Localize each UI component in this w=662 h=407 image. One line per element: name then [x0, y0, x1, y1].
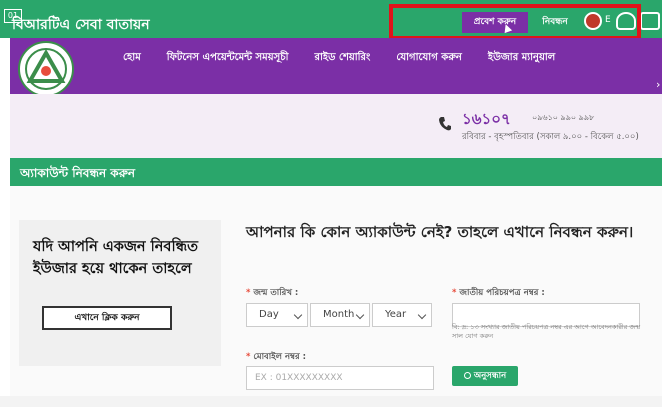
search-button[interactable]: অনুসন্ধান	[452, 366, 518, 386]
chevron-down-icon	[293, 310, 303, 320]
existing-user-text: যদি আপনি একজন নিবন্ধিত ইউজার হয়ে থাকেন …	[33, 239, 199, 277]
site-title[interactable]: বিআরটিএ সেবা বাতায়ন	[12, 13, 150, 37]
dob-label: * জন্ম তারিখ :	[246, 288, 299, 298]
registration-content: যদি আপনি একজন নিবন্ধিত ইউজার হয়ে থাকেন …	[10, 186, 662, 396]
registration-heading: আপনার কি কোন অ্যাকাউন্ট নেই? তাহলে এখানে…	[246, 223, 634, 241]
click-here-button[interactable]: এখানে ক্লিক করুন	[42, 306, 172, 330]
year-value: Year	[385, 309, 407, 320]
phone-icon	[439, 117, 451, 131]
chevron-down-icon	[417, 310, 427, 320]
contact-strip: ১৬১০৭ ০৯৬১০ ৯৯০ ৯৯৮ রবিবার - বৃহস্পতিবার…	[10, 94, 662, 158]
menu-icon[interactable]	[640, 12, 660, 30]
nav-item-fitness-schedule[interactable]: ফিটনেস এপয়েন্টমেন্ট সময়সূচী	[154, 50, 302, 67]
dob-label-text: জন্ম তারিখ :	[253, 288, 299, 298]
brta-logo[interactable]	[18, 41, 74, 97]
day-select[interactable]: Day	[246, 303, 308, 327]
existing-user-panel: যদি আপনি একজন নিবন্ধিত ইউজার হয়ে থাকেন …	[19, 220, 221, 366]
nav-item-home[interactable]: হোম	[110, 50, 154, 67]
bottom-strip	[0, 396, 662, 407]
month-value: Month	[323, 309, 355, 320]
search-button-label: অনুসন্ধান	[473, 371, 507, 381]
nav-menu: হোম ফিটনেস এপয়েন্টমেন্ট সময়সূচী রাইড শ…	[110, 38, 568, 78]
section-header: অ্যাকাউন্ট নিবন্ধন করুন	[10, 158, 662, 186]
mobile-label-text: মোবাইল নম্বর :	[253, 352, 307, 362]
nid-label: * জাতীয় পরিচয়পত্র নম্বর :	[452, 288, 545, 298]
nid-label-text: জাতীয় পরিচয়পত্র নম্বর :	[459, 288, 545, 298]
nav-item-contact[interactable]: যোগাযোগ করুন	[383, 50, 475, 67]
highlight-annotation	[389, 4, 641, 40]
logo-emblem-icon	[25, 48, 67, 90]
mobile-label: * মোবাইল নম্বর :	[246, 352, 307, 362]
month-select[interactable]: Month	[310, 303, 370, 327]
scroll-arrow-icon[interactable]: ›	[656, 78, 662, 94]
nav-item-ride-sharing[interactable]: রাইড শেয়ারিং	[301, 50, 383, 67]
year-select[interactable]: Year	[372, 303, 432, 327]
office-hours: রবিবার - বৃহস্পতিবার (সকাল ৯.০০ - বিকেল …	[462, 132, 639, 142]
main-nav: হোম ফিটনেস এপয়েন্টমেন্ট সময়সূচী রাইড শ…	[10, 38, 662, 97]
nav-item-user-manual[interactable]: ইউজার ম্যানুয়াল	[475, 50, 568, 67]
day-value: Day	[259, 309, 279, 320]
chevron-down-icon	[355, 310, 365, 320]
search-icon	[463, 372, 471, 379]
alternate-number: ০৯৬১০ ৯৯০ ৯৯৮	[532, 113, 595, 122]
nid-hint: বি: দ্র: ১৩ সংখ্যার জাতীয় পরিচয়পত্র নম…	[452, 323, 641, 340]
mobile-input[interactable]: EX : 01XXXXXXXXX	[246, 366, 434, 390]
section-title: অ্যাকাউন্ট নিবন্ধন করুন	[20, 166, 136, 180]
